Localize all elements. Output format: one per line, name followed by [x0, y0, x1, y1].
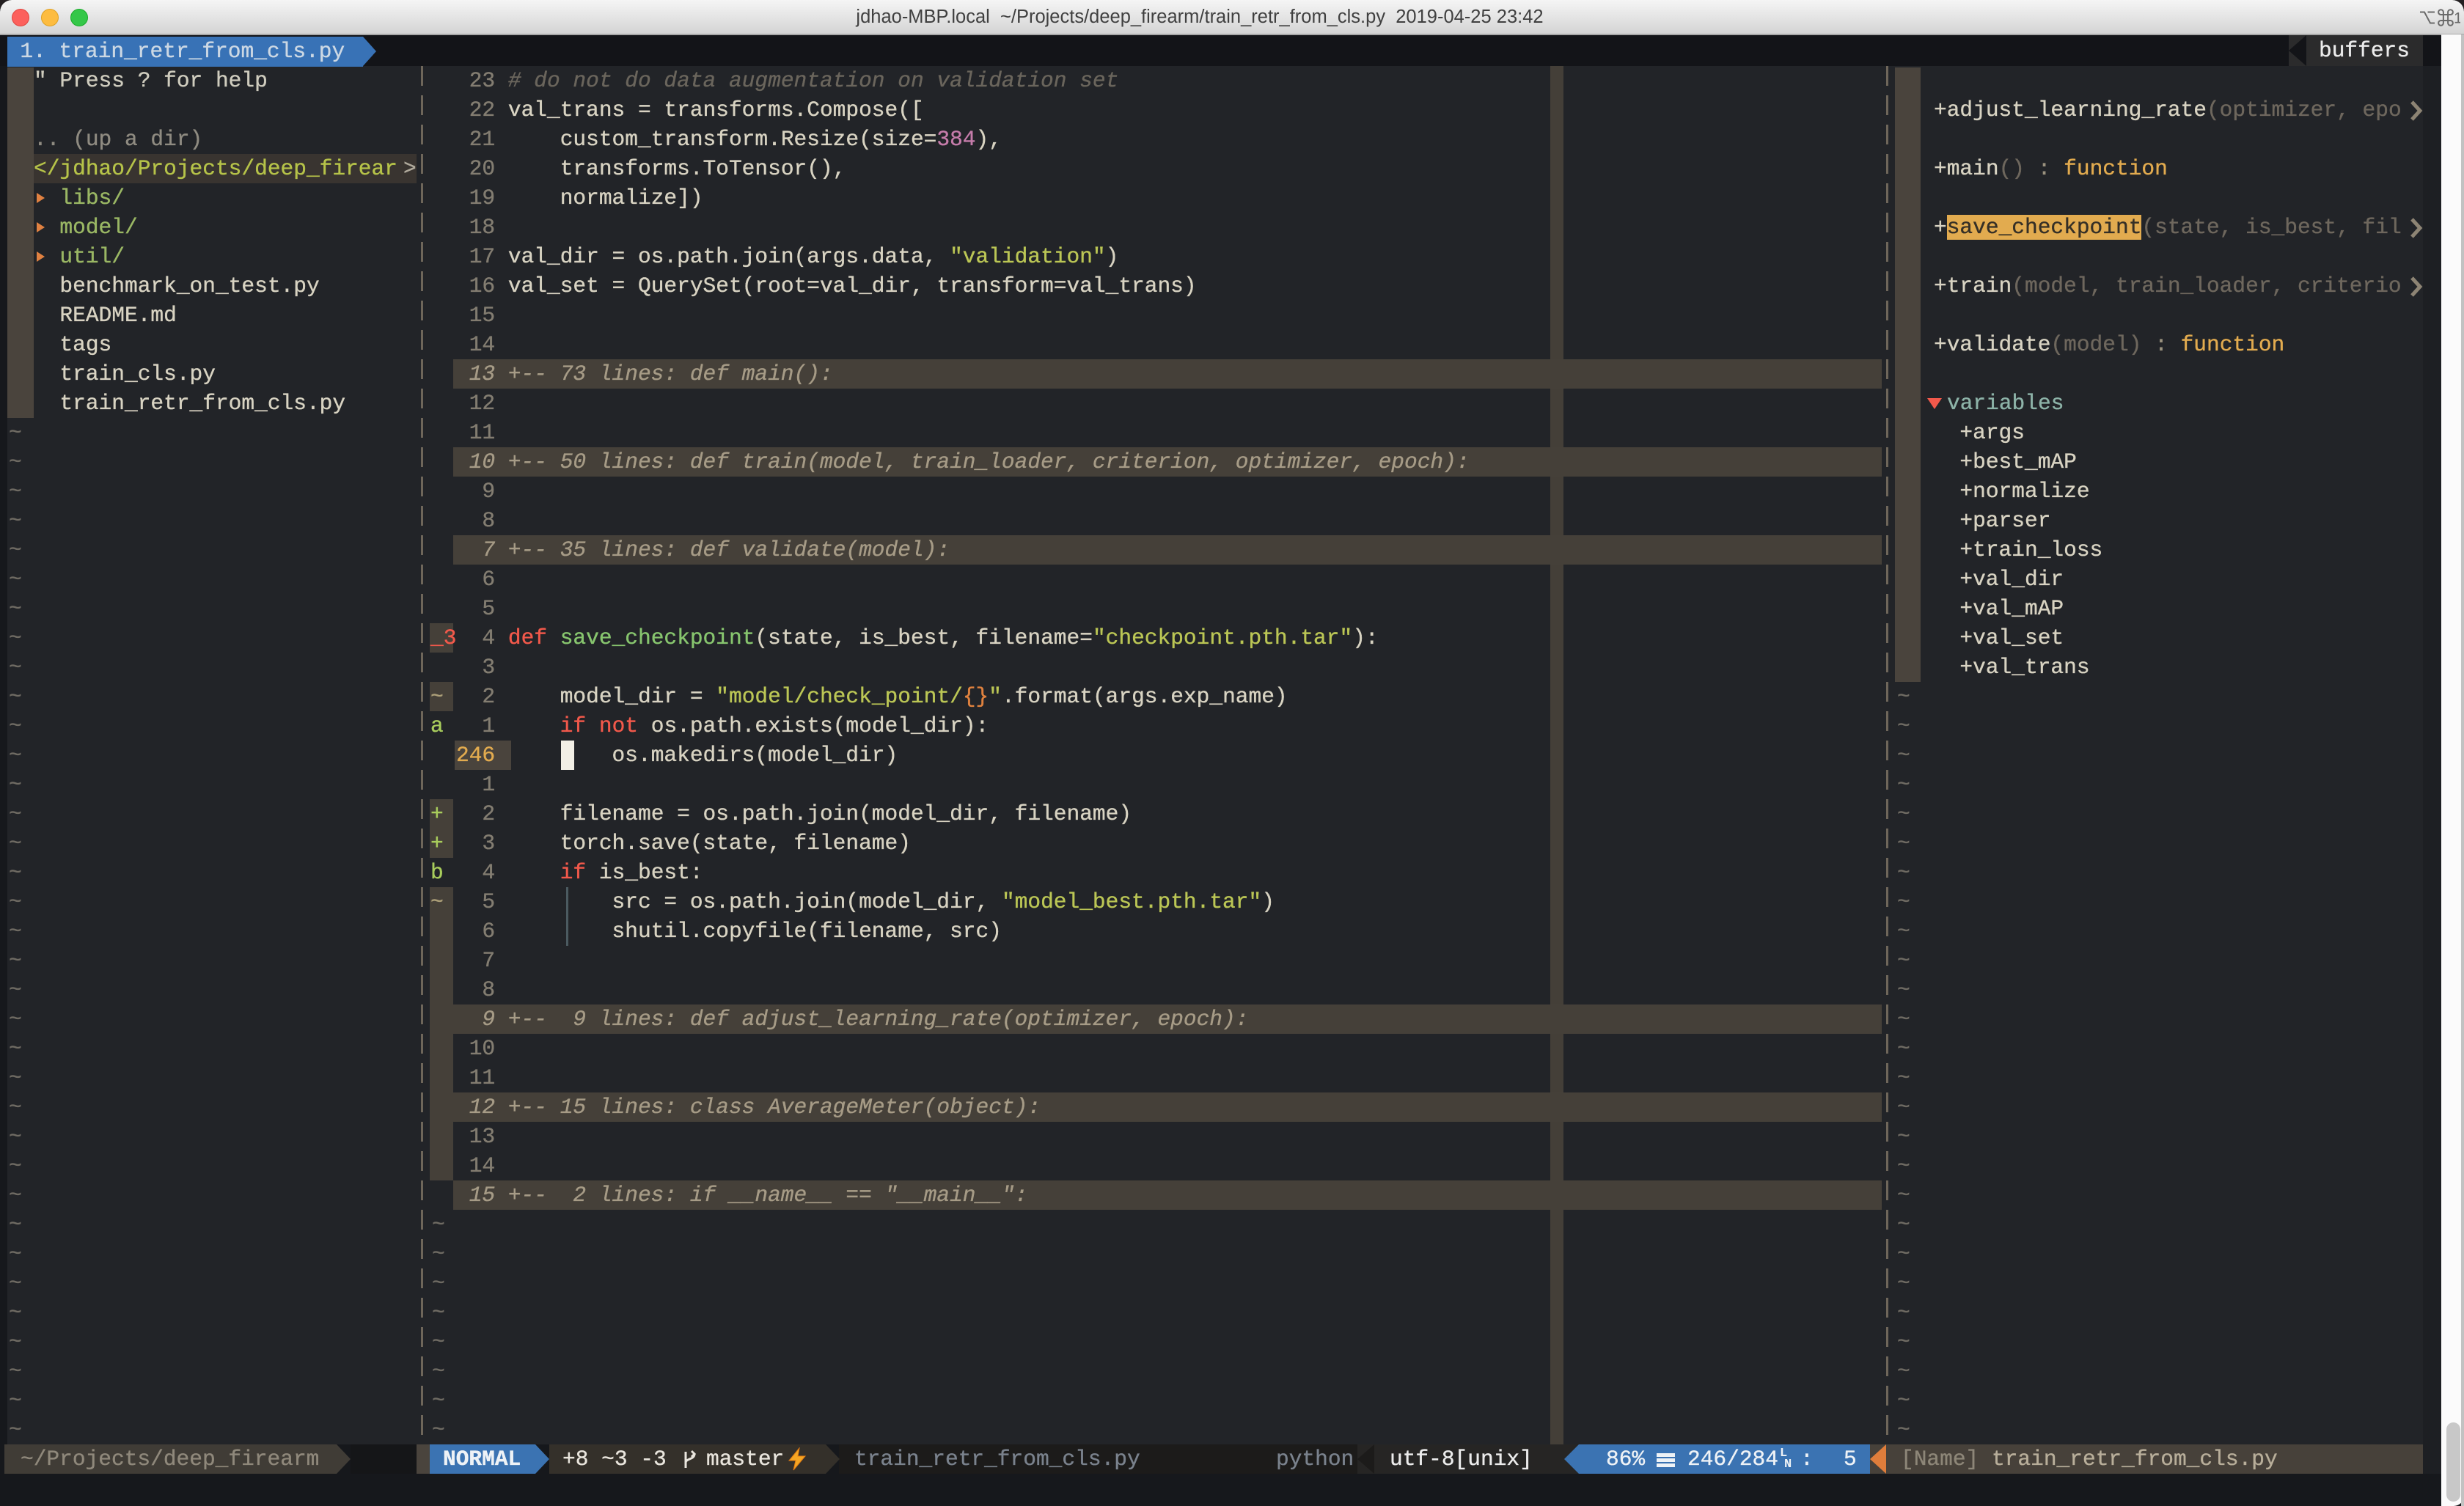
svg-text:1: 1 — [2454, 10, 2460, 27]
